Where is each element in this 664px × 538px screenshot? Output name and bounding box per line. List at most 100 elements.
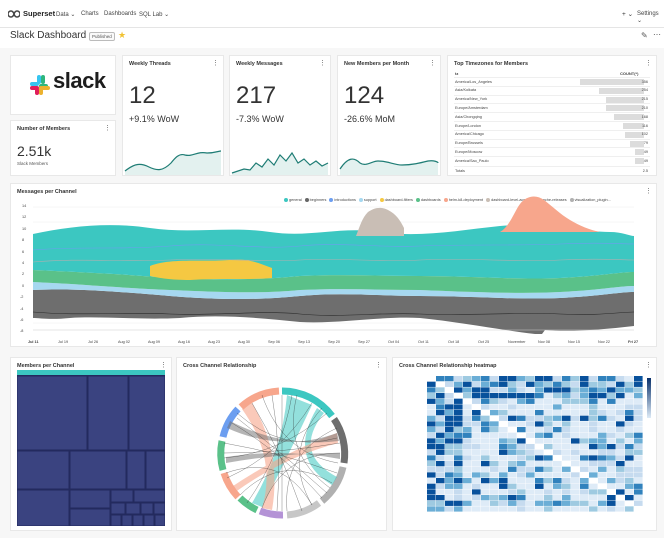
table-row[interactable]: America/Sao_Paulo 49 xyxy=(454,156,650,165)
legend-item[interactable]: helm-k8-deployment xyxy=(441,198,483,202)
x-tick-label: Nov 22 xyxy=(598,340,611,344)
heatmap-cell xyxy=(544,478,553,484)
legend-item[interactable]: dashboards xyxy=(413,198,441,202)
legend-item[interactable]: introductions xyxy=(326,198,356,202)
legend-item[interactable]: support xyxy=(356,198,377,202)
heatmap-cell xyxy=(625,432,634,438)
menu-sql-lab[interactable]: SQL Lab ⌄ xyxy=(139,11,169,18)
menu-charts[interactable]: Charts xyxy=(81,11,99,17)
heatmap-cell xyxy=(508,427,517,433)
add-new-button[interactable]: + ⌄ xyxy=(622,10,633,18)
heatmap-cell xyxy=(616,427,625,433)
table-row[interactable]: Europe/Moscow 49 xyxy=(454,147,650,156)
heatmap-cell xyxy=(526,461,535,467)
col-header-count[interactable]: COUNT(*) xyxy=(620,71,638,76)
heatmap-cell xyxy=(499,427,508,433)
card-menu-icon[interactable]: ⋮ xyxy=(104,124,111,132)
card-menu-icon[interactable]: ⋮ xyxy=(375,361,382,369)
members-card: Number of Members ⋮ 2.51k Slack Members xyxy=(10,120,116,176)
treemap xyxy=(17,370,165,526)
big-number: 12 xyxy=(129,82,156,109)
table-row[interactable]: America/Los_Angeles 356 xyxy=(454,77,650,85)
legend-item[interactable]: apache-releases xyxy=(531,198,567,202)
legend-item[interactable]: beginners xyxy=(302,198,326,202)
threads-sparkline xyxy=(124,150,222,175)
table-row[interactable]: America/New_York 215 xyxy=(454,94,650,103)
edit-icon[interactable]: ✎ xyxy=(641,31,648,40)
heatmap-cell xyxy=(445,381,454,387)
heatmap-cell xyxy=(508,381,517,387)
table-row[interactable]: Asia/Kolkata 254 xyxy=(454,85,650,94)
heatmap-cell xyxy=(589,483,598,489)
table-cell-tz: America/Los_Angeles xyxy=(455,79,492,84)
settings-menu[interactable]: Settings ⌄ xyxy=(637,11,664,24)
heatmap-cell xyxy=(589,461,598,467)
heatmap-cell xyxy=(571,404,580,410)
heatmap-cell xyxy=(517,449,526,455)
heatmap-cell xyxy=(445,472,454,478)
heatmap-cell xyxy=(535,432,544,438)
heatmap-cell xyxy=(544,455,553,461)
heatmap-cell xyxy=(553,427,562,433)
card-menu-icon[interactable]: ⋮ xyxy=(645,187,652,195)
heatmap-cell xyxy=(553,421,562,427)
card-menu-icon[interactable]: ⋮ xyxy=(319,59,326,67)
heatmap-cell xyxy=(445,404,454,410)
heatmap-cell xyxy=(625,421,634,427)
card-menu-icon[interactable]: ⋮ xyxy=(212,59,219,67)
card-menu-icon[interactable]: ⋮ xyxy=(429,59,436,67)
card-menu-icon[interactable]: ⋮ xyxy=(160,361,167,369)
heatmap-cell xyxy=(508,495,517,501)
heatmap-cell xyxy=(472,376,481,382)
heatmap-cell xyxy=(454,404,463,410)
heatmap-cell xyxy=(463,398,472,404)
heatmap-cell xyxy=(454,376,463,382)
card-menu-icon[interactable]: ⋮ xyxy=(645,59,652,67)
heatmap-cell xyxy=(454,398,463,404)
status-badge[interactable]: Published xyxy=(89,32,115,41)
heatmap-cell xyxy=(517,404,526,410)
heatmap-cell xyxy=(634,410,643,416)
table-row[interactable]: Europe/London 116 xyxy=(454,121,650,129)
heatmap-cell xyxy=(499,444,508,450)
table-cell-tz: Asia/Chongqing xyxy=(455,114,482,119)
heatmap-cell xyxy=(535,376,544,382)
heatmap-cell xyxy=(517,472,526,478)
heatmap-cell xyxy=(562,478,571,484)
col-header-tz[interactable]: tz xyxy=(455,71,458,76)
heatmap-cell xyxy=(580,466,589,472)
heatmap-cell xyxy=(589,466,598,472)
menu-data[interactable]: Data ⌄ xyxy=(56,11,75,18)
chord-diagram xyxy=(217,387,349,519)
y-tick-label: 0 xyxy=(22,283,25,288)
heatmap-cell xyxy=(454,415,463,421)
heatmap-cell xyxy=(427,506,436,512)
legend-item[interactable]: dashboard-level-acce... xyxy=(483,198,531,202)
heatmap-cell xyxy=(607,495,616,501)
heatmap-cell xyxy=(553,387,562,393)
y-tick-label: 10 xyxy=(22,226,27,231)
table-row[interactable]: Europe/Amsterdam 210 xyxy=(454,103,650,112)
table-row[interactable]: America/Chicago 102 xyxy=(454,129,650,138)
heatmap-cell xyxy=(580,444,589,450)
legend-item[interactable]: general xyxy=(281,198,302,202)
heatmap-cell xyxy=(436,398,445,404)
table-row[interactable]: Asia/Chongqing 168 xyxy=(454,112,650,121)
favorite-star-icon[interactable]: ★ xyxy=(118,30,126,41)
legend-item[interactable]: dashboard-filters xyxy=(377,198,413,202)
table-cell-count: 215 xyxy=(641,97,648,102)
heatmap-cell xyxy=(544,438,553,444)
heatmap-cell xyxy=(472,500,481,506)
heatmap-cell xyxy=(445,506,454,512)
table-cell-tz: Europe/Brussels xyxy=(455,141,483,146)
menu-dashboards[interactable]: Dashboards xyxy=(104,11,136,17)
heatmap-cell xyxy=(508,483,517,489)
heatmap-cell xyxy=(607,483,616,489)
legend-item[interactable]: visualization_plugin... xyxy=(567,198,611,202)
heatmap-cell xyxy=(544,483,553,489)
superset-logo[interactable]: Superset xyxy=(8,9,55,18)
card-menu-icon[interactable]: ⋮ xyxy=(645,361,652,369)
heatmap-cell xyxy=(535,393,544,399)
more-options-icon[interactable]: ⋯ xyxy=(653,30,661,39)
table-row[interactable]: Europe/Brussels 79 xyxy=(454,138,650,147)
